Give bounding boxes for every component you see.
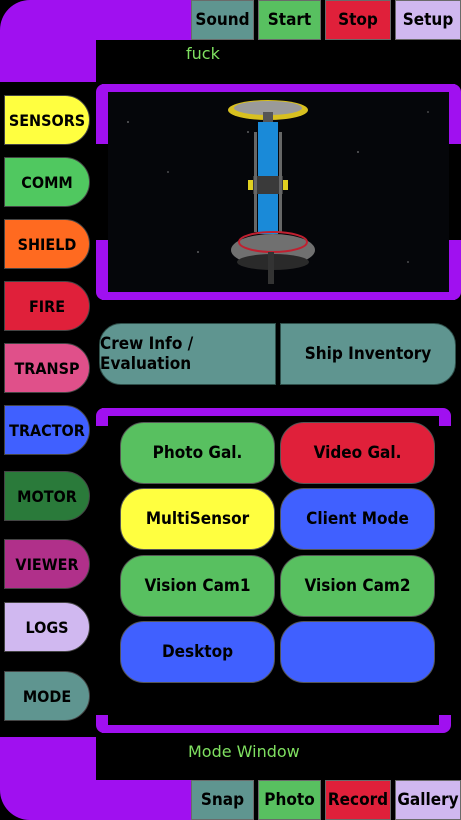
sidebar-item-comm[interactable]: COMM	[4, 157, 90, 207]
station-top-neck	[263, 112, 273, 122]
viewer-frame-left-cap-bottom	[96, 240, 108, 300]
sound-button[interactable]: Sound	[191, 0, 254, 40]
sidebar-item-motor[interactable]: MOTOR	[4, 471, 90, 521]
station-mid-light-left	[248, 180, 253, 190]
photo-button[interactable]: Photo	[258, 780, 321, 820]
sidebar-item-label: FIRE	[28, 296, 66, 316]
bottom-elbow-inner-curve	[96, 737, 156, 780]
top-label: fuck	[186, 44, 220, 63]
sidebar-item-label: COMM	[21, 172, 73, 192]
sidebar-item-transp[interactable]: TRANSP	[4, 343, 90, 393]
top-elbow-vertical	[0, 0, 96, 82]
station-strut-right	[279, 132, 282, 232]
mode-window-label: Mode Window	[188, 742, 300, 761]
sidebar-item-label: MODE	[22, 686, 72, 706]
sidebar-item-fire[interactable]: FIRE	[4, 281, 90, 331]
crew-info-button[interactable]: Crew Info / Evaluation	[99, 323, 276, 385]
sidebar-item-mode[interactable]: MODE	[4, 671, 90, 721]
viewer-frame-left-cap-top	[96, 84, 108, 144]
station-core-lower	[258, 194, 278, 234]
station-mid-light-right	[283, 180, 288, 190]
viewer-screen	[108, 92, 449, 292]
snap-button[interactable]: Snap	[191, 780, 254, 820]
mode-frame-left-cap-bottom	[96, 715, 108, 733]
setup-button[interactable]: Setup	[395, 0, 461, 40]
vision-cam1-button[interactable]: Vision Cam1	[120, 555, 275, 617]
sidebar-item-viewer[interactable]: VIEWER	[4, 539, 90, 589]
desktop-button[interactable]: Desktop	[120, 621, 275, 683]
gallery-button[interactable]: Gallery	[395, 780, 461, 820]
station-mid-housing	[253, 176, 283, 194]
record-button[interactable]: Record	[325, 780, 391, 820]
bottom-elbow-horizontal	[96, 780, 191, 820]
station-core-upper	[258, 122, 278, 180]
sidebar-item-label: LOGS	[25, 617, 69, 637]
sidebar-item-label: TRACTOR	[9, 420, 85, 440]
start-button[interactable]: Start	[258, 0, 321, 40]
sidebar-item-sensors[interactable]: SENSORS	[4, 95, 90, 145]
viewer-frame-top-bar	[102, 84, 455, 92]
vision-cam2-button[interactable]: Vision Cam2	[280, 555, 435, 617]
sidebar-item-label: TRANSP	[14, 358, 80, 378]
station-image	[228, 100, 315, 284]
top-elbow-inner-curve	[96, 40, 156, 82]
mode-frame-right-cap-bottom	[439, 715, 451, 733]
sidebar-item-label: SENSORS	[8, 110, 86, 130]
sidebar-item-logs[interactable]: LOGS	[4, 602, 90, 652]
sidebar-item-label: VIEWER	[15, 554, 79, 574]
viewer-frame-bottom-bar	[102, 292, 455, 300]
mode-frame-right-cap-top	[439, 408, 451, 426]
video-gallery-button[interactable]: Video Gal.	[280, 422, 435, 484]
station-base-leg	[268, 252, 274, 284]
mode-frame-bottom-bar	[102, 725, 439, 733]
client-mode-button[interactable]: Client Mode	[280, 488, 435, 550]
sidebar-item-tractor[interactable]: TRACTOR	[4, 405, 90, 455]
bottom-elbow-vertical	[0, 737, 96, 820]
ship-inventory-button[interactable]: Ship Inventory	[280, 323, 456, 385]
sidebar-item-label: SHIELD	[17, 234, 77, 254]
sidebar-item-label: MOTOR	[17, 486, 77, 506]
sidebar-item-shield[interactable]: SHIELD	[4, 219, 90, 269]
mode-frame-left-cap-top	[96, 408, 108, 426]
viewer-frame-right-cap-top	[449, 84, 461, 144]
stop-button[interactable]: Stop	[325, 0, 391, 40]
multisensor-button[interactable]: MultiSensor	[120, 488, 275, 550]
mode-frame-top-bar	[102, 408, 439, 416]
top-elbow-horizontal	[96, 0, 191, 40]
viewer-frame-right-cap-bottom	[449, 240, 461, 300]
empty-mode-button[interactable]	[280, 621, 435, 683]
photo-gallery-button[interactable]: Photo Gal.	[120, 422, 275, 484]
station-strut-left	[254, 132, 257, 232]
